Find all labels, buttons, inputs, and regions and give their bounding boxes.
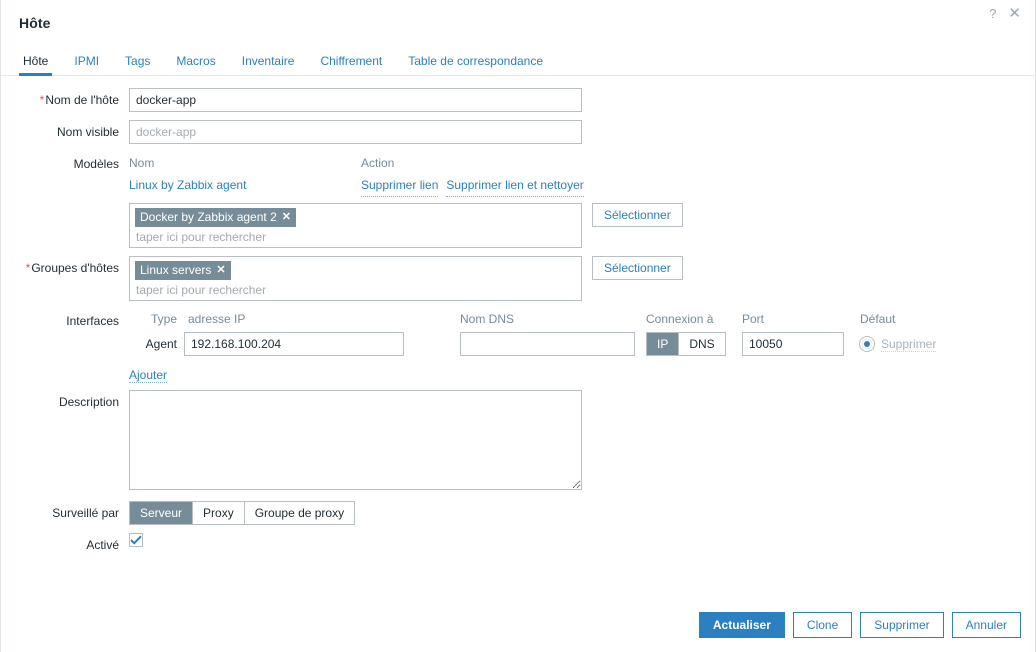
templates-table-header: Nom Action [129, 152, 1035, 174]
field-row-templates: Modèles Nom Action Linux by Zabbix agent… [1, 152, 1035, 248]
interfaces-col-port: Port [742, 312, 765, 326]
delete-button[interactable]: Supprimer [860, 612, 944, 638]
monitored-by-server-option[interactable]: Serveur [130, 502, 194, 524]
dialog-header-controls: ? ✕ [989, 6, 1021, 21]
visible-name-input[interactable] [129, 120, 582, 144]
field-row-host-groups: *Groupes d'hôtes Linux servers ✕ Sélecti… [1, 256, 1035, 301]
templates-multiselect-wrap: Docker by Zabbix agent 2 ✕ Sélectionner [129, 203, 1035, 248]
host-groups-multiselect-wrap: Linux servers ✕ Sélectionner [129, 256, 1035, 301]
interfaces-col-dns: Nom DNS [460, 312, 515, 326]
interface-dns-input[interactable] [460, 332, 635, 356]
tab-encryption[interactable]: Chiffrement [307, 54, 395, 75]
interface-type-label: Agent [145, 337, 177, 351]
interfaces-col-connect-to: Connexion à [646, 312, 714, 326]
tab-bar: Hôte IPMI Tags Macros Inventaire Chiffre… [1, 46, 1035, 76]
field-row-enabled: Activé [1, 533, 1035, 552]
host-group-chip-label: Linux servers [140, 263, 212, 277]
interfaces-col-ip: adresse IP [188, 312, 246, 326]
interfaces-col-default: Défaut [860, 312, 896, 326]
host-groups-search-input[interactable] [135, 281, 576, 297]
interfaces-table-header: Type adresse IP Nom DNS Connexion à Port… [129, 309, 1035, 329]
host-groups-label: *Groupes d'hôtes [25, 261, 119, 275]
tab-host[interactable]: Hôte [19, 54, 61, 76]
monitored-by-label: Surveillé par [52, 506, 119, 520]
unlink-template-link[interactable]: Supprimer lien [361, 174, 439, 197]
host-group-chip[interactable]: Linux servers ✕ [135, 261, 231, 280]
select-templates-button[interactable]: Sélectionner [592, 203, 683, 227]
cancel-button[interactable]: Annuler [951, 612, 1021, 638]
table-row: Agent IP DNS [129, 332, 1035, 356]
description-label: Description [58, 395, 119, 409]
table-row: Linux by Zabbix agent Supprimer lien Sup… [129, 174, 1035, 197]
connect-to-dns-option[interactable]: DNS [679, 333, 725, 355]
page-title: Hôte [19, 15, 51, 31]
interfaces-col-type: Type [151, 312, 178, 326]
monitored-by-proxy-group-option[interactable]: Groupe de proxy [244, 502, 355, 524]
connect-to-toggle: IP DNS [646, 332, 726, 356]
template-link[interactable]: Linux by Zabbix agent [129, 178, 246, 192]
monitored-by-proxy-option[interactable]: Proxy [193, 502, 245, 524]
unlink-and-clear-template-link[interactable]: Supprimer lien et nettoyer [446, 174, 584, 197]
field-row-interfaces: Interfaces Type adresse IP Nom DNS Conne… [1, 309, 1035, 383]
host-groups-multiselect[interactable]: Linux servers ✕ [129, 256, 582, 301]
close-icon[interactable]: ✕ [1008, 6, 1021, 21]
close-icon[interactable]: ✕ [216, 264, 225, 276]
host-name-input[interactable] [129, 88, 582, 112]
connect-to-ip-option[interactable]: IP [647, 333, 680, 355]
update-button[interactable]: Actualiser [698, 612, 785, 638]
template-chip[interactable]: Docker by Zabbix agent 2 ✕ [135, 208, 296, 227]
required-asterisk: * [39, 93, 45, 107]
select-host-groups-button[interactable]: Sélectionner [592, 256, 683, 280]
close-icon[interactable]: ✕ [282, 211, 291, 223]
enabled-checkbox[interactable] [129, 533, 143, 547]
interface-ip-input[interactable] [184, 332, 404, 356]
add-interface-link[interactable]: Ajouter [129, 368, 168, 383]
templates-multiselect[interactable]: Docker by Zabbix agent 2 ✕ [129, 203, 582, 248]
host-form: *Nom de l'hôte Nom visible Modèles Nom A… [1, 76, 1035, 552]
dialog-footer: Actualiser Clone Supprimer Annuler [698, 612, 1021, 638]
host-dialog: Hôte ? ✕ Hôte IPMI Tags Macros Inventair… [0, 0, 1036, 652]
interfaces-label: Interfaces [66, 314, 119, 328]
required-asterisk: * [25, 261, 31, 275]
templates-label: Modèles [73, 157, 119, 171]
clone-button[interactable]: Clone [792, 612, 853, 638]
tab-value-mapping[interactable]: Table de correspondance [395, 54, 556, 75]
templates-search-input[interactable] [135, 228, 576, 244]
template-chip-label: Docker by Zabbix agent 2 [140, 210, 277, 224]
field-row-monitored-by: Surveillé par Serveur Proxy Groupe de pr… [1, 501, 1035, 525]
templates-col-action: Action [361, 156, 395, 170]
field-row-host-name: *Nom de l'hôte [1, 88, 1035, 112]
templates-col-name: Nom [129, 156, 155, 170]
tab-macros[interactable]: Macros [163, 54, 228, 75]
visible-name-label: Nom visible [56, 125, 119, 139]
remove-interface-link: Supprimer [881, 336, 937, 352]
check-icon [130, 535, 142, 545]
interface-port-input[interactable] [742, 332, 844, 356]
tab-tags[interactable]: Tags [112, 54, 163, 75]
host-name-label: *Nom de l'hôte [39, 93, 119, 107]
description-textarea[interactable] [129, 390, 582, 490]
dialog-header: Hôte ? ✕ [1, 0, 1035, 46]
field-row-description: Description [1, 390, 1035, 493]
interface-default-radio[interactable] [860, 337, 874, 351]
tab-ipmi[interactable]: IPMI [61, 54, 112, 75]
question-mark-icon[interactable]: ? [989, 7, 996, 20]
enabled-label: Activé [86, 538, 119, 552]
tab-inventory[interactable]: Inventaire [229, 54, 308, 75]
monitored-by-toggle: Serveur Proxy Groupe de proxy [129, 501, 356, 525]
field-row-visible-name: Nom visible [1, 120, 1035, 144]
